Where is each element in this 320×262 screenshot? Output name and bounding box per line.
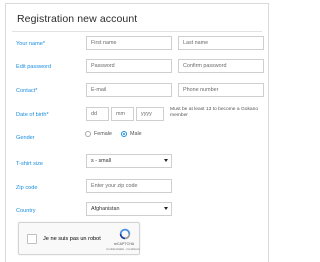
gender-male-radio[interactable] (121, 131, 127, 137)
country-value: Afghanistan (91, 206, 120, 212)
tshirt-size-value: s - small (91, 158, 112, 164)
last-name-field[interactable]: Last name (178, 36, 264, 50)
page-title: Registration new account (17, 13, 138, 25)
first-name-field[interactable]: First name (86, 36, 172, 50)
dob-month-field[interactable]: mm (111, 107, 134, 121)
title-divider (12, 31, 262, 32)
label-date-of-birth: Date of birth* (16, 112, 49, 118)
dob-year-field[interactable]: yyyy (136, 107, 164, 121)
label-edit-password: Edit password (16, 64, 52, 70)
label-your-name: Your name* (16, 41, 46, 47)
age-requirement-note: Must be at least 13 to become a Gokano m… (170, 107, 259, 118)
label-contact: Contact* (16, 88, 38, 94)
recaptcha-brand: reCAPTCHA (113, 242, 135, 246)
country-select[interactable]: Afghanistan (86, 202, 172, 216)
registration-panel: Registration new account Your name* Firs… (5, 3, 269, 262)
confirm-password-field[interactable]: Confirm password (178, 59, 264, 73)
chevron-down-icon (164, 159, 168, 162)
label-zip-code: Zip code (16, 185, 38, 191)
label-gender: Gender (16, 135, 35, 141)
recaptcha-widget: Je ne suis pas un robot reCAPTCHA Confid… (18, 222, 140, 255)
gender-female-label: Female (94, 131, 112, 137)
recaptcha-links[interactable]: Confidentialité - Conditions (105, 247, 141, 251)
recaptcha-checkbox[interactable] (27, 234, 37, 244)
password-field[interactable]: Password (86, 59, 172, 73)
chevron-down-icon (164, 207, 168, 210)
recaptcha-label: Je ne suis pas un robot (43, 236, 101, 242)
phone-field[interactable]: Phone number (178, 83, 264, 97)
gender-female-radio[interactable] (85, 131, 91, 137)
gender-male-label: Male (130, 131, 142, 137)
recaptcha-logo-icon (119, 228, 131, 240)
tshirt-size-select[interactable]: s - small (86, 154, 172, 168)
label-country: Country (16, 208, 36, 214)
label-tshirt-size: T-shirt size (16, 161, 44, 167)
dob-day-field[interactable]: dd (86, 107, 109, 121)
zip-code-field[interactable]: Enter your zip code (86, 179, 172, 193)
email-field[interactable]: E-mail (86, 83, 172, 97)
